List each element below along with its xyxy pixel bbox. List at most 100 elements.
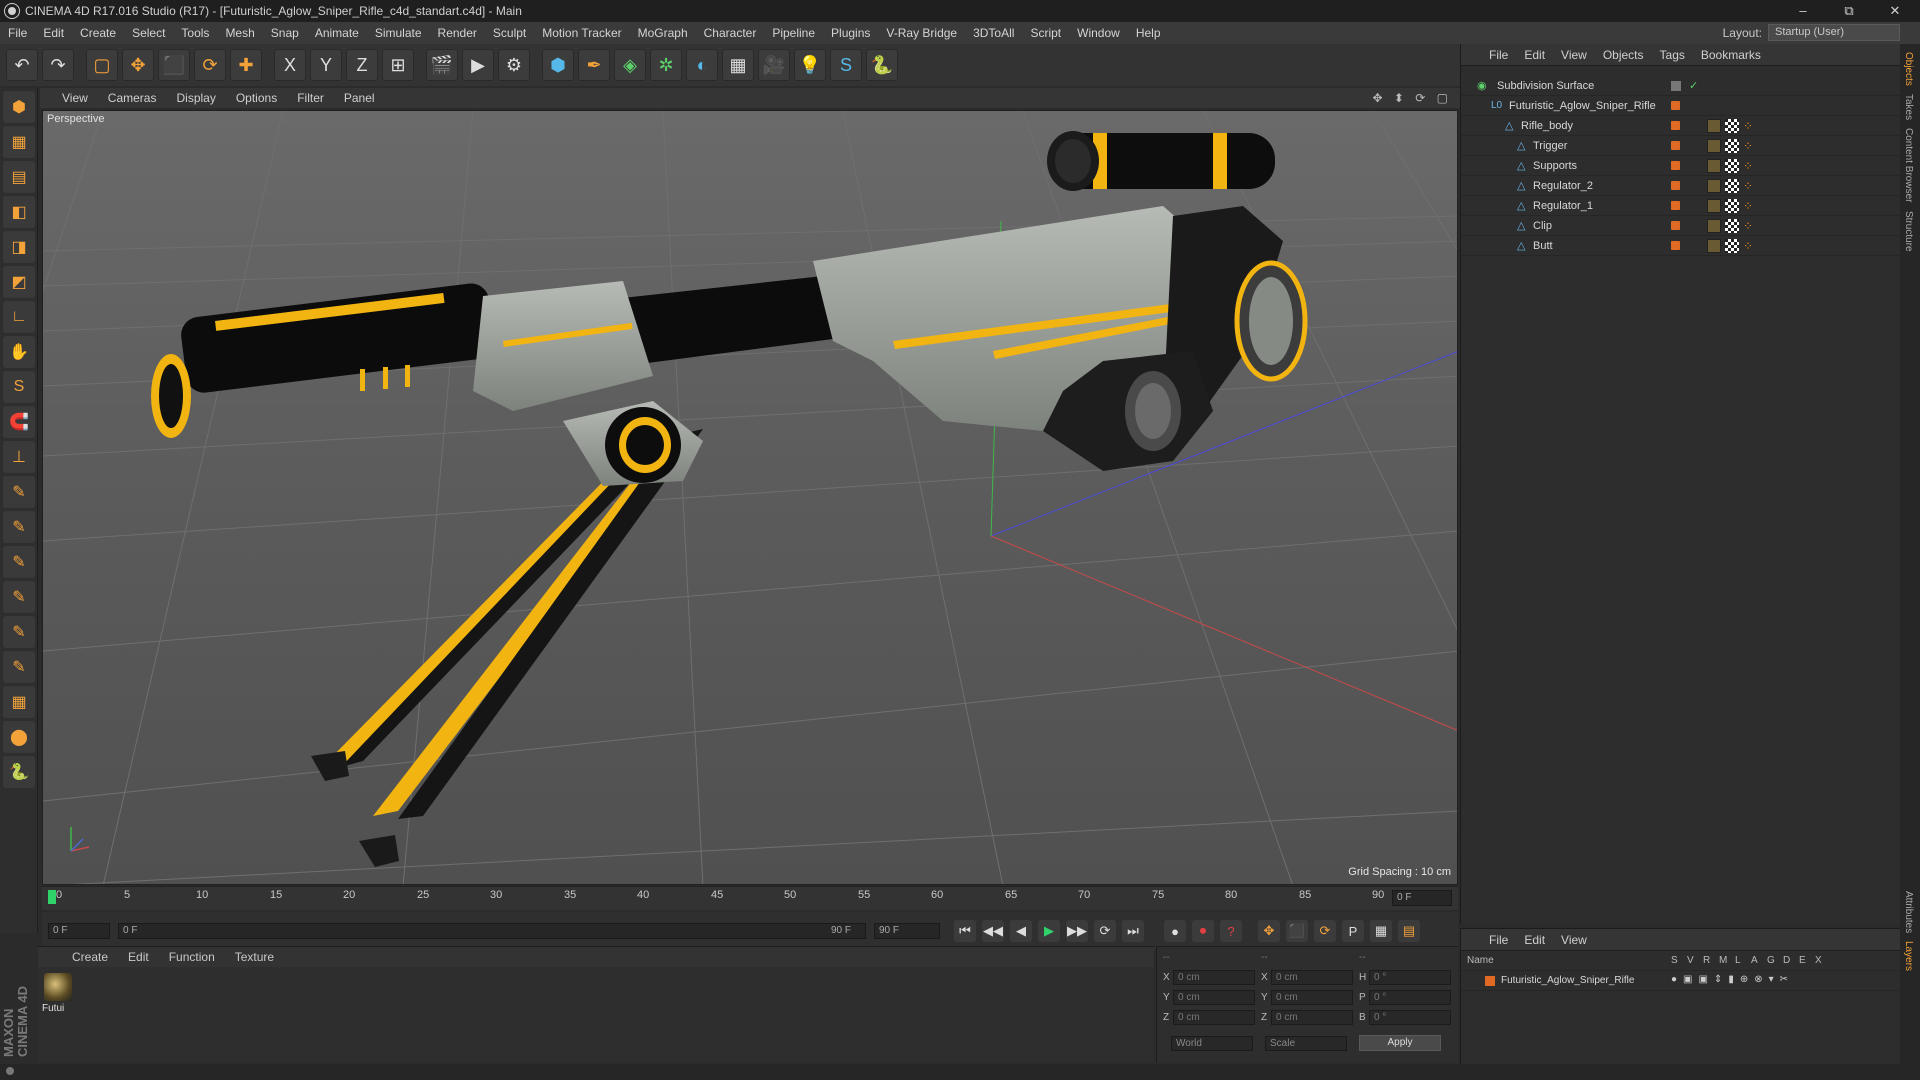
loop-icon[interactable]: ⟳: [1094, 920, 1116, 942]
menu-3dtoall[interactable]: 3DToAll: [965, 26, 1022, 40]
viewport-menu-panel[interactable]: Panel: [334, 91, 385, 105]
next-frame-icon[interactable]: ▶▶: [1066, 920, 1088, 942]
layers-menu-edit[interactable]: Edit: [1516, 933, 1553, 947]
material-swatch[interactable]: [44, 973, 72, 1001]
key-rotation-icon[interactable]: ⟳: [1314, 920, 1336, 942]
size-y-field[interactable]: 0 cm: [1271, 989, 1353, 1005]
edges-mode-icon[interactable]: ◨: [3, 231, 35, 263]
material-tag-icon[interactable]: [1707, 238, 1721, 253]
objects-menu-bookmarks[interactable]: Bookmarks: [1693, 48, 1769, 62]
current-frame-field[interactable]: 0 F: [1392, 890, 1452, 906]
render-settings-icon[interactable]: ⚙: [498, 49, 530, 81]
material-tag-icon[interactable]: [1707, 218, 1721, 233]
render-picture-viewer-icon[interactable]: ▶: [462, 49, 494, 81]
sculpt-smooth-icon[interactable]: ✎: [3, 581, 35, 613]
tweak-mode-icon[interactable]: ✋: [3, 336, 35, 368]
points-mode-icon[interactable]: ◧: [3, 196, 35, 228]
size-x-field[interactable]: 0 cm: [1271, 969, 1353, 985]
rot-b-field[interactable]: 0 °: [1369, 1009, 1451, 1025]
tab-layers[interactable]: Layers: [1903, 941, 1914, 971]
objects-menu-view[interactable]: View: [1553, 48, 1595, 62]
menu-plugins[interactable]: Plugins: [823, 26, 878, 40]
layers-menu-view[interactable]: View: [1553, 933, 1595, 947]
texture-tag-icon[interactable]: [1725, 138, 1739, 153]
material-menu-texture[interactable]: Texture: [225, 950, 284, 964]
rotate-icon[interactable]: ⟳: [194, 49, 226, 81]
layer-color-swatch[interactable]: [1671, 241, 1680, 250]
model-mode-icon[interactable]: ▦: [3, 126, 35, 158]
menu-script[interactable]: Script: [1022, 26, 1069, 40]
tab-takes[interactable]: Takes: [1903, 94, 1914, 120]
menu-render[interactable]: Render: [430, 26, 485, 40]
object-row-trigger[interactable]: △ Trigger ⁘: [1461, 136, 1900, 156]
phong-tag-icon[interactable]: ⁘: [1743, 119, 1757, 133]
sculpt-brush-icon[interactable]: ✎: [3, 476, 35, 508]
viewport-menu-display[interactable]: Display: [166, 91, 225, 105]
coord-mode-dropdown[interactable]: World: [1171, 1035, 1253, 1051]
tab-objects[interactable]: Objects: [1903, 52, 1914, 86]
sculpt-pull-icon[interactable]: ✎: [3, 511, 35, 543]
material-tag-icon[interactable]: [1707, 198, 1721, 213]
texture-tag-icon[interactable]: [1725, 198, 1739, 213]
phong-tag-icon[interactable]: ⁘: [1743, 139, 1757, 153]
phong-tag-icon[interactable]: ⁘: [1743, 159, 1757, 173]
key-position-icon[interactable]: ✥: [1258, 920, 1280, 942]
material-label[interactable]: Futui: [42, 1003, 64, 1014]
move-icon[interactable]: ✥: [122, 49, 154, 81]
menu-window[interactable]: Window: [1069, 26, 1128, 40]
phong-tag-icon[interactable]: ⁘: [1743, 199, 1757, 213]
x-axis-icon[interactable]: X: [274, 49, 306, 81]
material-tag-icon[interactable]: [1707, 178, 1721, 193]
viewport-menu-cameras[interactable]: Cameras: [98, 91, 167, 105]
end-frame-field[interactable]: 90 F: [874, 923, 940, 939]
menu-character[interactable]: Character: [696, 26, 765, 40]
visibility-toggle[interactable]: [1671, 81, 1681, 91]
layer-color-swatch[interactable]: [1671, 221, 1680, 230]
cube-icon[interactable]: ⬢: [542, 49, 574, 81]
menu-mograph[interactable]: MoGraph: [630, 26, 696, 40]
snap-icon[interactable]: 🧲: [3, 406, 35, 438]
menu-pipeline[interactable]: Pipeline: [764, 26, 823, 40]
size-z-field[interactable]: 0 cm: [1271, 1009, 1353, 1025]
menu-motion-tracker[interactable]: Motion Tracker: [534, 26, 629, 40]
playhead[interactable]: [48, 890, 56, 904]
menu-vray-bridge[interactable]: V-Ray Bridge: [878, 26, 965, 40]
python-icon[interactable]: 🐍: [866, 49, 898, 81]
play-icon[interactable]: ▶: [1038, 920, 1060, 942]
viewport-menu-options[interactable]: Options: [226, 91, 287, 105]
polygons-mode-icon[interactable]: ◩: [3, 266, 35, 298]
coord-system-icon[interactable]: ⊞: [382, 49, 414, 81]
enabled-check-icon[interactable]: ✓: [1689, 79, 1698, 92]
texture-tag-icon[interactable]: [1725, 238, 1739, 253]
objects-menu-objects[interactable]: Objects: [1595, 48, 1652, 62]
material-tag-icon[interactable]: [1707, 118, 1721, 133]
vray-icon[interactable]: S: [830, 49, 862, 81]
minimize-button[interactable]: –: [1780, 0, 1826, 22]
start-frame-field[interactable]: 0 F: [48, 923, 110, 939]
menu-help[interactable]: Help: [1128, 26, 1169, 40]
tab-structure[interactable]: Structure: [1903, 211, 1914, 252]
tab-content-browser[interactable]: Content Browser: [1903, 128, 1914, 202]
menu-animate[interactable]: Animate: [307, 26, 367, 40]
array-icon[interactable]: ✲: [650, 49, 682, 81]
sculpt-inflate-icon[interactable]: ✎: [3, 616, 35, 648]
material-tag-icon[interactable]: [1707, 158, 1721, 173]
workplane-icon[interactable]: ⊥: [3, 441, 35, 473]
layer-color-swatch[interactable]: [1671, 141, 1680, 150]
rot-p-field[interactable]: 0 °: [1369, 989, 1451, 1005]
pen-icon[interactable]: ✒: [578, 49, 610, 81]
undo-icon[interactable]: ↶: [6, 49, 38, 81]
frame-range-slider[interactable]: 0 F 90 F: [118, 923, 866, 939]
goto-start-icon[interactable]: ⏮: [954, 920, 976, 942]
layer-color-swatch[interactable]: [1485, 976, 1495, 986]
layers-menu-file[interactable]: File: [1481, 933, 1516, 947]
layout-dropdown[interactable]: Startup (User): [1768, 24, 1900, 41]
y-axis-icon[interactable]: Y: [310, 49, 342, 81]
layer-row[interactable]: Futuristic_Aglow_Sniper_Rifle ●▣▣⇕▮⊕⊗▾✂: [1461, 971, 1900, 991]
objects-menu-edit[interactable]: Edit: [1516, 48, 1553, 62]
material-menu-create[interactable]: Create: [62, 950, 118, 964]
pos-x-field[interactable]: 0 cm: [1173, 969, 1255, 985]
auto-key-icon[interactable]: ?: [1220, 920, 1242, 942]
select-icon[interactable]: ▢: [86, 49, 118, 81]
solo-icon[interactable]: S: [3, 371, 35, 403]
